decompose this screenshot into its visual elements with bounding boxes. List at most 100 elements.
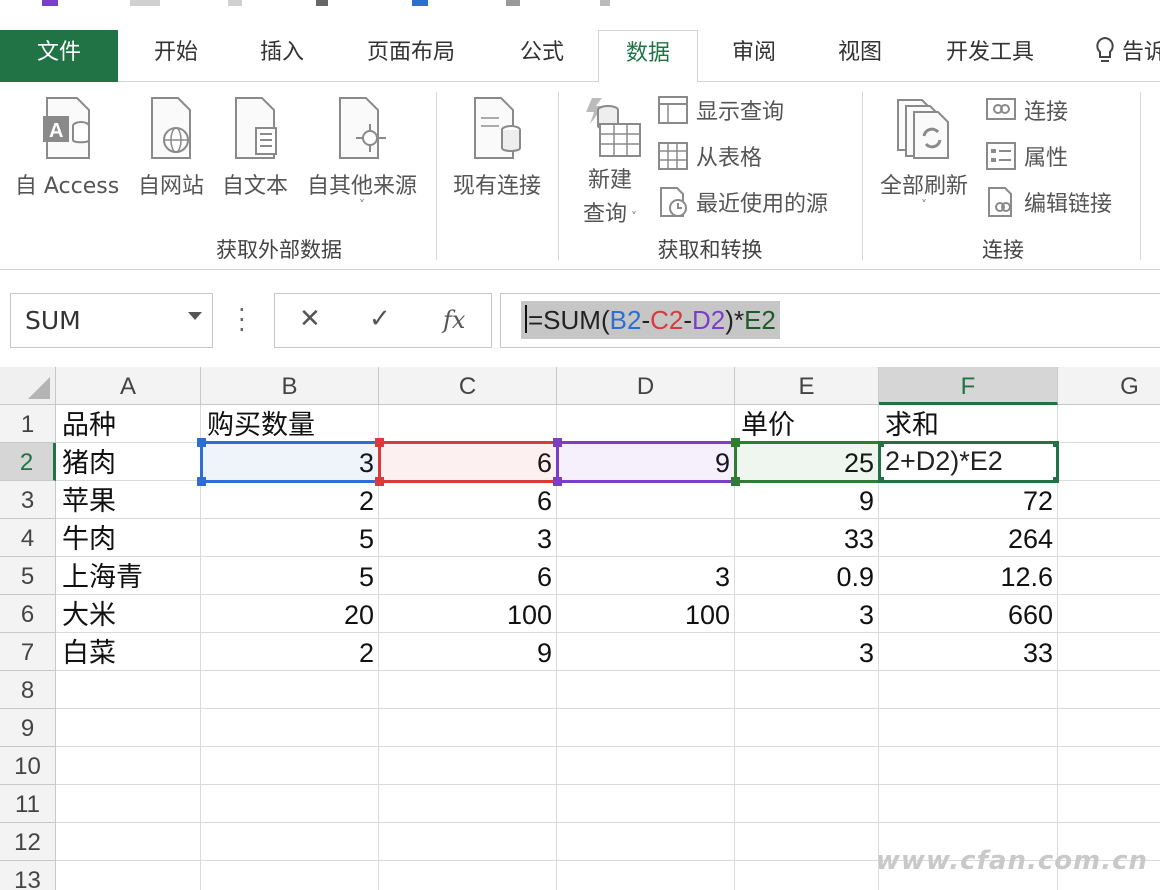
tab-home[interactable]: 开始 [138,30,214,82]
cell-d1[interactable] [557,405,735,443]
cell-d2[interactable]: 9 [557,443,735,481]
cell-b10[interactable] [201,747,379,785]
cell-a5[interactable]: 上海青 [56,557,201,595]
cell-c10[interactable] [379,747,557,785]
resize-handle[interactable] [881,444,884,447]
cell-g4[interactable] [1058,519,1160,557]
cell-g11[interactable] [1058,785,1160,823]
cell-a2[interactable]: 猪肉 [56,443,201,481]
cell-c1[interactable] [379,405,557,443]
cell-e4[interactable]: 33 [735,519,879,557]
from-other-sources-button[interactable]: 自其他来源 ˅ [300,96,424,212]
row-header-4[interactable]: 4 [0,519,56,557]
from-table-button[interactable]: 从表格 [658,140,762,172]
chevron-down-icon[interactable] [188,312,202,320]
cell-c11[interactable] [379,785,557,823]
row-header-5[interactable]: 5 [0,557,56,595]
cell-b11[interactable] [201,785,379,823]
row-header-9[interactable]: 9 [0,709,56,747]
cell-e11[interactable] [735,785,879,823]
column-header-c[interactable]: C [379,367,557,405]
save-icon[interactable] [42,0,58,6]
row-header-12[interactable]: 12 [0,823,56,861]
cell-f8[interactable] [879,671,1058,709]
cell-a3[interactable]: 苹果 [56,481,201,519]
cell-f7[interactable]: 33 [879,633,1058,671]
cell-c13[interactable] [379,861,557,890]
cell-b1[interactable]: 购买数量 [201,405,379,443]
cell-a4[interactable]: 牛肉 [56,519,201,557]
select-all-corner[interactable] [0,367,56,405]
paint-icon[interactable] [316,0,328,6]
cell-a7[interactable]: 白菜 [56,633,201,671]
properties-button[interactable]: 属性 [986,140,1068,172]
cell-g5[interactable] [1058,557,1160,595]
cell-e12[interactable] [735,823,879,861]
edit-links-button[interactable]: 编辑链接 [986,186,1112,218]
cell-c9[interactable] [379,709,557,747]
column-header-b[interactable]: B [201,367,379,405]
cell-d12[interactable] [557,823,735,861]
name-box[interactable]: SUM [10,293,213,348]
cell-b8[interactable] [201,671,379,709]
cell-g9[interactable] [1058,709,1160,747]
cell-a6[interactable]: 大米 [56,595,201,633]
resize-handle[interactable] [881,477,884,480]
row-header-8[interactable]: 8 [0,671,56,709]
row-header-13[interactable]: 13 [0,861,56,890]
show-queries-button[interactable]: 显示查询 [658,94,784,126]
cell-f4[interactable]: 264 [879,519,1058,557]
undo-icon[interactable] [130,0,160,6]
tab-file[interactable]: 文件 [0,30,118,82]
cell-d11[interactable] [557,785,735,823]
cell-e3[interactable]: 9 [735,481,879,519]
row-header-6[interactable]: 6 [0,595,56,633]
cell-f5[interactable]: 12.6 [879,557,1058,595]
column-header-d[interactable]: D [557,367,735,405]
column-header-a[interactable]: A [56,367,201,405]
row-header-2[interactable]: 2 [0,443,56,481]
cell-e2[interactable]: 25 [735,443,879,481]
cell-c6[interactable]: 100 [379,595,557,633]
tab-tell-me[interactable]: 告诉 [1094,30,1160,82]
cell-g6[interactable] [1058,595,1160,633]
cell-b13[interactable] [201,861,379,890]
cell-d3[interactable] [557,481,735,519]
cell-a13[interactable] [56,861,201,890]
tab-data[interactable]: 数据 [598,30,698,83]
existing-connections-button[interactable]: 现有连接 [446,96,548,200]
cell-b12[interactable] [201,823,379,861]
cell-c4[interactable]: 3 [379,519,557,557]
cell-d10[interactable] [557,747,735,785]
cell-c3[interactable]: 6 [379,481,557,519]
cell-e13[interactable] [735,861,879,890]
cell-d13[interactable] [557,861,735,890]
cell-a12[interactable] [56,823,201,861]
cell-g8[interactable] [1058,671,1160,709]
cell-g1[interactable] [1058,405,1160,443]
cell-f6[interactable]: 660 [879,595,1058,633]
cell-f11[interactable] [879,785,1058,823]
check-icon[interactable] [412,0,428,6]
cell-g10[interactable] [1058,747,1160,785]
formula-input[interactable]: =SUM(B2-C2-D2)*E2 [500,293,1160,348]
cell-a11[interactable] [56,785,201,823]
cell-a8[interactable] [56,671,201,709]
from-text-button[interactable]: 自文本 [216,96,294,200]
insert-function-icon[interactable]: fx [443,306,465,334]
column-header-g[interactable]: G [1058,367,1160,405]
resize-handle[interactable] [1053,444,1056,447]
row-header-7[interactable]: 7 [0,633,56,671]
enter-check-icon[interactable]: ✓ [369,304,391,334]
cell-c8[interactable] [379,671,557,709]
cell-d9[interactable] [557,709,735,747]
cell-b3[interactable]: 2 [201,481,379,519]
new-query-button[interactable]: 新建 查询 ˅ [572,96,648,228]
row-header-10[interactable]: 10 [0,747,56,785]
cell-a1[interactable]: 品种 [56,405,201,443]
cell-b5[interactable]: 5 [201,557,379,595]
cell-e10[interactable] [735,747,879,785]
cell-e5[interactable]: 0.9 [735,557,879,595]
cell-g2[interactable] [1058,443,1160,481]
refresh-all-button[interactable]: 全部刷新 ˅ [872,96,976,212]
